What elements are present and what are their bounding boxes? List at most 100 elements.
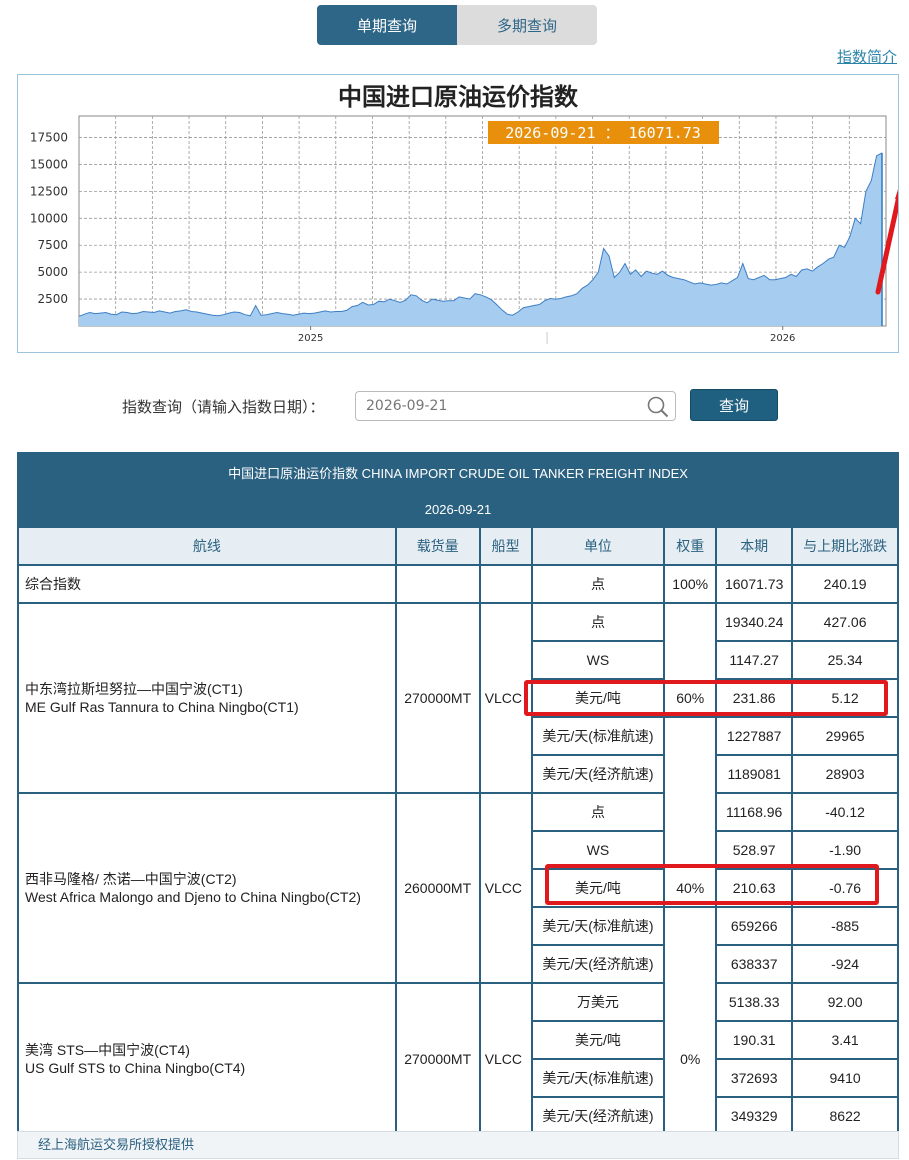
query-button[interactable]: 查询 (690, 389, 778, 421)
row-weight (663, 754, 718, 793)
row-unit: WS (530, 640, 666, 680)
chart-plot: 2500 5000 7500 10000 12500 15000 17500 2025 2026… (30, 115, 898, 344)
query-label: 指数查询（请输入指数日期）： (122, 398, 325, 416)
col-header-change: 与上期比涨跌 (791, 526, 899, 566)
row-current-value: 659266 (715, 906, 794, 946)
row-unit: 万美元 (530, 982, 666, 1022)
composite-ship (478, 564, 533, 604)
route-capacity: 270000MT (394, 982, 481, 1136)
route-name-cn: 美湾 STS—中国宁波(CT4) (25, 1042, 190, 1058)
row-weight (663, 602, 718, 641)
route-capacity: 260000MT (394, 792, 481, 984)
table-title: 中国进口原油运价指数 CHINA IMPORT CRUDE OIL TANKER… (228, 466, 688, 481)
row-weight (663, 716, 718, 755)
composite-unit: 点 (530, 564, 666, 604)
row-unit: 美元/天(经济航速) (530, 944, 666, 984)
y-tick-label: 12500 (30, 184, 68, 198)
composite-current: 16071.73 (715, 564, 794, 604)
row-unit: 美元/吨 (530, 1020, 666, 1060)
index-chart: 中国进口原油运价指数 2500 5000 7500 10000 12500 15000 17… (17, 74, 899, 353)
composite-weight: 100% (663, 564, 718, 604)
row-unit: 美元/天(标准航速) (530, 1058, 666, 1098)
table-row: 西非马隆格/ 杰诺—中国宁波(CT2) West Africa Malongo a… (17, 792, 899, 984)
row-weight (663, 906, 718, 945)
row-current-value: 190.31 (715, 1020, 794, 1060)
date-input-value: 2026-09-21 (366, 398, 448, 414)
row-current-value: 1227887 (715, 716, 794, 756)
index-table: 中国进口原油运价指数 CHINA IMPORT CRUDE OIL TANKER… (17, 452, 899, 1136)
table-header-banner: 中国进口原油运价指数 CHINA IMPORT CRUDE OIL TANKER… (17, 452, 899, 526)
row-unit: 美元/天(经济航速) (530, 1096, 666, 1136)
y-tick-label: 17500 (30, 131, 68, 145)
date-input[interactable]: 2026-09-21 (355, 391, 676, 421)
row-weight: 0% (663, 982, 718, 1136)
table-row-composite: 综合指数 点 100% 16071.73 240.19 (17, 564, 899, 604)
row-current-value: 638337 (715, 944, 794, 984)
row-change-value: 8622 (791, 1096, 899, 1136)
y-tick-label: 10000 (30, 211, 68, 225)
col-header-ship-type: 船型 (478, 526, 533, 566)
route-ship-type: VLCC (478, 792, 533, 984)
composite-capacity (394, 564, 481, 604)
route-name: 中东湾拉斯坦努拉—中国宁波(CT1) ME Gulf Ras Tannura to… (17, 602, 397, 794)
row-current-value: 19340.24 (715, 602, 794, 642)
row-weight (663, 792, 718, 831)
row-change-value: -40.12 (791, 792, 899, 832)
route-capacity: 270000MT (394, 602, 481, 794)
chart-tooltip-text: 2026-09-21 ： 16071.73 (505, 124, 701, 142)
row-weight (663, 640, 718, 679)
row-current-value: 349329 (715, 1096, 794, 1136)
table-column-headers: 航线 载货量 船型 单位 权重 本期 与上期比涨跌 (17, 526, 899, 566)
x-tick-label: 2025 (298, 333, 323, 344)
index-data-table: 航线 载货量 船型 单位 权重 本期 与上期比涨跌 综合指数 点 100% 16… (17, 526, 899, 1136)
route-name-cn: 中东湾拉斯坦努拉—中国宁波(CT1) (25, 681, 243, 697)
row-current-value: 11168.96 (715, 792, 794, 832)
col-header-weight: 权重 (663, 526, 718, 566)
index-intro-link[interactable]: 指数简介 (837, 46, 897, 67)
row-unit: 美元/天(标准航速) (530, 906, 666, 946)
highlight-box-ct1 (524, 680, 888, 716)
row-change-value: -924 (791, 944, 899, 984)
route-name: 西非马隆格/ 杰诺—中国宁波(CT2) West Africa Malongo a… (17, 792, 397, 984)
tab-single-period[interactable]: 单期查询 (317, 5, 457, 45)
route-name-en: US Gulf STS to China Ningbo(CT4) (25, 1060, 246, 1076)
composite-change: 240.19 (791, 564, 899, 604)
y-tick-label: 7500 (37, 238, 68, 252)
row-change-value: 92.00 (791, 982, 899, 1022)
y-tick-label: 15000 (30, 157, 68, 171)
row-current-value: 1147.27 (715, 640, 794, 680)
row-unit: 美元/天(经济航速) (530, 754, 666, 794)
row-unit: 点 (530, 602, 666, 642)
row-unit: 美元/天(标准航速) (530, 716, 666, 756)
route-ship-type: VLCC (478, 982, 533, 1136)
row-change-value: 427.06 (791, 602, 899, 642)
col-header-capacity: 载货量 (394, 526, 481, 566)
table-date: 2026-09-21 (424, 502, 492, 517)
row-change-value: 29965 (791, 716, 899, 756)
x-tick-label: 2026 (770, 333, 795, 344)
col-header-route: 航线 (17, 526, 397, 566)
row-weight (663, 944, 718, 983)
search-icon[interactable] (647, 396, 669, 418)
col-header-current: 本期 (715, 526, 794, 566)
row-unit: 点 (530, 792, 666, 832)
row-current-value: 1189081 (715, 754, 794, 794)
query-mode-tabs: 单期查询 多期查询 (317, 5, 597, 45)
table-row: 美湾 STS—中国宁波(CT4) US Gulf STS to China Nin… (17, 982, 899, 1136)
col-header-unit: 单位 (530, 526, 666, 566)
row-change-value: 3.41 (791, 1020, 899, 1060)
source-footer: 经上海航运交易所授权提供 (17, 1131, 899, 1159)
y-tick-label: 2500 (37, 292, 68, 306)
row-change-value: 9410 (791, 1058, 899, 1098)
row-current-value: 5138.33 (715, 982, 794, 1022)
table-row: 中东湾拉斯坦努拉—中国宁波(CT1) ME Gulf Ras Tannura to… (17, 602, 899, 794)
row-change-value: 28903 (791, 754, 899, 794)
highlight-box-ct2 (545, 864, 879, 905)
row-current-value: 372693 (715, 1058, 794, 1098)
route-name-cn: 西非马隆格/ 杰诺—中国宁波(CT2) (25, 871, 237, 887)
tab-multi-period[interactable]: 多期查询 (457, 5, 597, 45)
y-tick-label: 5000 (37, 265, 68, 279)
row-change-value: -885 (791, 906, 899, 946)
route-name-en: ME Gulf Ras Tannura to China Ningbo(CT1) (25, 699, 299, 715)
red-arrow-head (895, 189, 898, 200)
